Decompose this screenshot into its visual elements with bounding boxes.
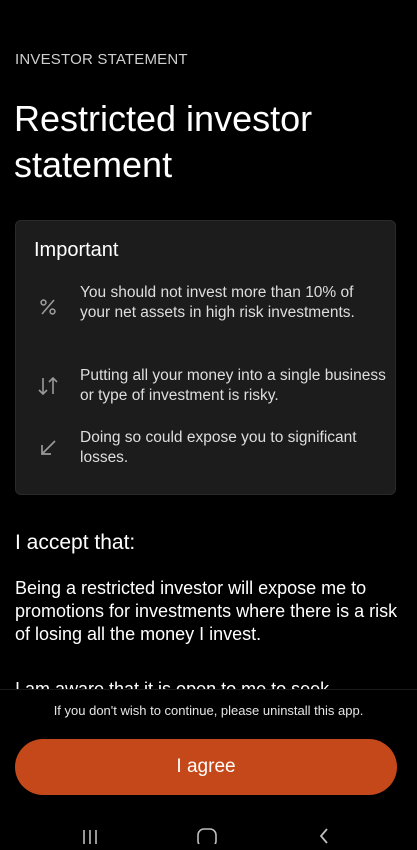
- eyebrow-label: INVESTOR STATEMENT: [15, 51, 188, 68]
- list-item-text: Doing so could expose you to significant…: [80, 429, 357, 466]
- page-title: Restricted investor statement: [14, 98, 313, 185]
- system-navigation-bar: [0, 820, 417, 844]
- swap-vertical-icon: [36, 374, 60, 398]
- percent-icon: [36, 295, 60, 319]
- uninstall-note: If you don't wish to continue, please un…: [53, 703, 364, 718]
- agree-button[interactable]: I agree: [15, 739, 397, 795]
- back-icon[interactable]: [312, 826, 336, 850]
- list-item: Doing so could expose you to significant…: [36, 428, 386, 468]
- home-icon[interactable]: [195, 826, 219, 850]
- list-item: You should not invest more than 10% of y…: [36, 283, 386, 323]
- recents-icon[interactable]: [78, 826, 102, 850]
- list-item-text: You should not invest more than 10% of y…: [80, 284, 355, 321]
- arrow-down-left-icon: [36, 436, 60, 460]
- accept-paragraph: Being a restricted investor will expose …: [15, 578, 398, 644]
- list-item: Putting all your money into a single bus…: [36, 366, 386, 406]
- card-title: Important: [34, 239, 119, 261]
- accept-paragraph-partial: I am aware that it is open to me to seek: [15, 679, 330, 689]
- important-card: Important You should not invest more tha…: [15, 220, 396, 495]
- list-item-text: Putting all your money into a single bus…: [80, 367, 386, 404]
- accept-heading: I accept that:: [15, 531, 136, 554]
